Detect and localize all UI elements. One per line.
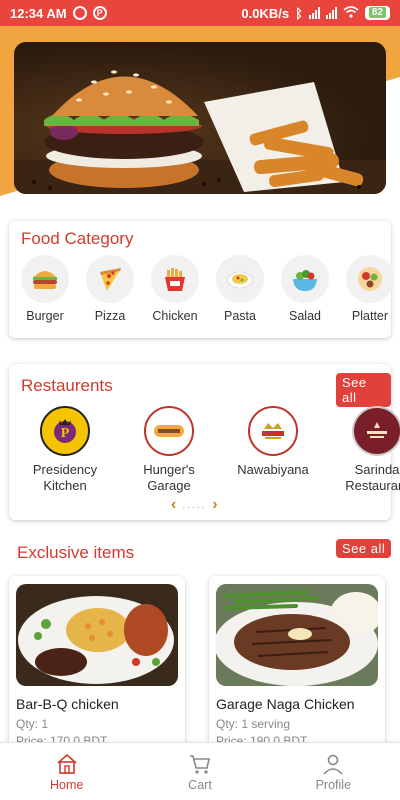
- burger-fries-illustration: [14, 70, 386, 194]
- bbq-chicken-photo: [16, 584, 178, 686]
- signal-icon: [308, 7, 320, 19]
- category-pizza[interactable]: Pizza: [86, 255, 134, 323]
- home-icon: [57, 753, 77, 774]
- nav-profile[interactable]: Profile: [267, 743, 400, 800]
- restaurants-title: Restaurents: [21, 376, 113, 395]
- bottom-navigation: Home Cart Profile: [0, 742, 400, 800]
- wifi-icon: [343, 5, 359, 21]
- svg-text:P: P: [61, 426, 70, 441]
- restaurants-list: P Presidency Kitchen Hunger's Garage Naw…: [27, 406, 400, 494]
- signal-icon-2: [325, 7, 337, 19]
- pager-dots: .....: [182, 499, 207, 511]
- battery-icon: 82: [364, 6, 390, 20]
- exclusive-see-all-button[interactable]: See all: [336, 539, 392, 558]
- cart-icon: [189, 754, 210, 774]
- food-category-title: Food Category: [21, 229, 134, 248]
- category-chicken[interactable]: Chicken: [151, 255, 199, 323]
- nav-home[interactable]: Home: [0, 743, 133, 800]
- pasta-icon: [227, 271, 253, 289]
- item-name: Garage Naga Chicken: [216, 696, 355, 712]
- exclusive-item-bbq-chicken[interactable]: Bar-B-Q chicken Qty: 1 Price: 170.0 BDT: [9, 576, 185, 758]
- presidency-kitchen-logo: P: [40, 406, 90, 456]
- category-salad[interactable]: Salad: [281, 255, 329, 323]
- chevron-right-icon[interactable]: ›: [212, 496, 217, 514]
- item-qty: Qty: 1 serving: [216, 717, 291, 731]
- food-category-list: Burger Pizza Chicken Pasta Salad Platter: [21, 255, 394, 323]
- hero-banner[interactable]: [14, 42, 386, 194]
- restaurant-nawabiyana[interactable]: Nawabiyana: [235, 406, 311, 494]
- nav-cart[interactable]: Cart: [133, 743, 266, 800]
- exclusive-item-garage-naga-chicken[interactable]: Garage Naga Chicken Qty: 1 serving Price…: [209, 576, 385, 758]
- bluetooth-icon: ᛒ: [295, 5, 303, 21]
- category-pasta[interactable]: Pasta: [216, 255, 264, 323]
- restaurant-hungers-garage[interactable]: Hunger's Garage: [131, 406, 207, 494]
- food-category-card: Food Category Burger Pizza Chicken Pasta…: [9, 221, 394, 338]
- restaurants-see-all-button[interactable]: See all: [336, 373, 391, 407]
- restaurant-presidency-kitchen[interactable]: P Presidency Kitchen: [27, 406, 103, 494]
- restaurants-pager: ‹ ..... ›: [171, 496, 218, 514]
- alarm-icon: [72, 6, 87, 20]
- hungers-garage-logo: [144, 406, 194, 456]
- platter-icon: [358, 267, 382, 291]
- restaurants-card: Restaurents See all P Presidency Kitchen…: [9, 364, 400, 520]
- restaurant-sarinda[interactable]: Sarinda Restaurant: [339, 406, 400, 494]
- parking-app-icon: P: [92, 6, 107, 20]
- category-burger[interactable]: Burger: [21, 255, 69, 323]
- profile-icon: [323, 754, 343, 775]
- category-platter[interactable]: Platter: [346, 255, 394, 323]
- burger-icon: [33, 271, 57, 289]
- status-bar: 12:34 AM P 0.0KB/s ᛒ 82: [0, 0, 400, 26]
- salad-icon: [293, 270, 317, 291]
- exclusive-items-title: Exclusive items: [17, 543, 135, 562]
- chicken-icon: [165, 268, 185, 291]
- sarinda-logo: [352, 406, 400, 456]
- item-name: Bar-B-Q chicken: [16, 696, 119, 712]
- item-qty: Qty: 1: [16, 717, 49, 731]
- network-speed: 0.0KB/s: [241, 5, 290, 21]
- chevron-left-icon[interactable]: ‹: [171, 496, 176, 514]
- nawabiyana-logo: [248, 406, 298, 456]
- status-time: 12:34 AM: [10, 5, 67, 21]
- garage-naga-chicken-photo: [216, 584, 378, 686]
- pizza-icon: [100, 268, 121, 291]
